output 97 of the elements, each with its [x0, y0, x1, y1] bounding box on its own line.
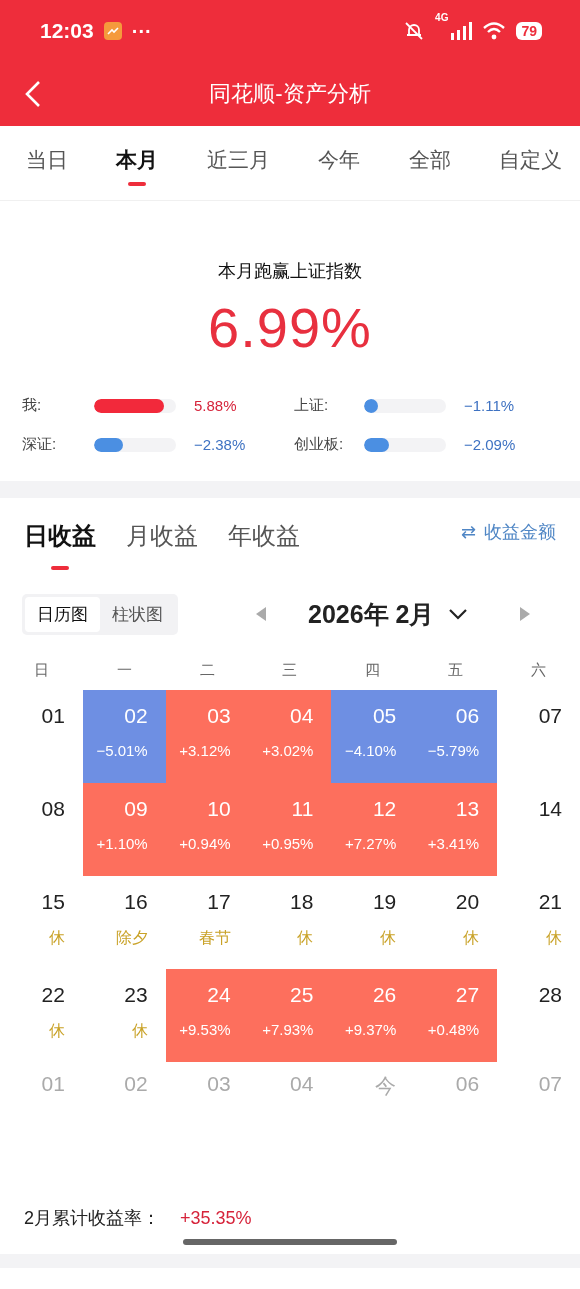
- daily-return: +7.27%: [345, 835, 397, 852]
- day-number[interactable]: 23: [124, 983, 148, 1007]
- day-number: 10: [207, 797, 231, 821]
- day-number: 03: [207, 704, 231, 728]
- holiday-note: 春节: [198, 928, 231, 948]
- day-number: 27: [455, 983, 480, 1007]
- day-number[interactable]: 07: [538, 704, 562, 728]
- day-number: 06: [455, 704, 480, 728]
- holiday-note: 休: [380, 928, 397, 948]
- holiday-note: 休: [546, 928, 562, 948]
- daily-return: −5.79%: [427, 742, 480, 759]
- swap-icon: ⇄: [460, 521, 476, 543]
- day-number: 09: [124, 797, 148, 821]
- return-period-tab[interactable]: 年收益: [228, 520, 300, 570]
- summary-headline: 本月跑赢上证指数: [217, 260, 363, 283]
- day-number[interactable]: 01: [41, 704, 65, 728]
- daily-return: −4.10%: [345, 742, 397, 759]
- day-number[interactable]: 15: [41, 890, 65, 914]
- day-number: 25: [290, 983, 314, 1007]
- return-value: −2.38%: [193, 436, 247, 453]
- weekday-label: 一: [115, 660, 133, 680]
- return-value: 5.88%: [193, 397, 238, 414]
- weekday-label: 四: [364, 660, 382, 680]
- next-month-icon[interactable]: [520, 607, 531, 621]
- return-period-tab[interactable]: 日收益: [24, 520, 96, 570]
- return-value: −1.11%: [463, 397, 516, 414]
- day-number[interactable]: 08: [41, 797, 65, 821]
- weekday-label: 五: [447, 660, 465, 680]
- period-tab[interactable]: 全部: [408, 132, 451, 186]
- period-tab[interactable]: 自定义: [498, 132, 562, 186]
- period-tab[interactable]: 当日: [26, 132, 68, 186]
- day-number[interactable]: 18: [290, 890, 314, 914]
- day-number: 26: [372, 983, 397, 1007]
- dropdown-chevron-icon[interactable]: [448, 608, 469, 620]
- daily-return: +7.93%: [262, 1021, 314, 1038]
- daily-return: +0.94%: [179, 835, 231, 852]
- day-number[interactable]: 21: [538, 890, 562, 914]
- daily-return: +0.95%: [262, 835, 314, 852]
- view-option[interactable]: 日历图: [25, 596, 100, 632]
- weekday-label: 二: [198, 660, 216, 680]
- index-label: 创业板:: [294, 435, 345, 454]
- daily-return: −5.01%: [96, 742, 148, 759]
- signal-icon: [450, 22, 473, 40]
- previous-month-icon[interactable]: [256, 607, 266, 621]
- weekday-label: 三: [281, 660, 299, 680]
- daily-return: +9.37%: [345, 1021, 397, 1038]
- month-label[interactable]: 2026年 2月: [308, 597, 435, 631]
- day-number: 02: [124, 704, 148, 728]
- more-notifications: ···: [131, 19, 152, 43]
- day-number[interactable]: 28: [538, 983, 562, 1007]
- period-tab[interactable]: 本月: [116, 132, 159, 186]
- day-number: 12: [372, 797, 397, 821]
- day-number[interactable]: 20: [455, 890, 480, 914]
- return-value: −2.09%: [463, 436, 517, 453]
- day-number[interactable]: 14: [538, 797, 562, 821]
- day-number[interactable]: 19: [372, 890, 397, 914]
- daily-return: +1.10%: [96, 835, 148, 852]
- holiday-note: 休: [48, 928, 65, 948]
- holiday-note: 休: [131, 1021, 148, 1041]
- day-number: 04: [290, 704, 314, 728]
- daily-return: +3.12%: [179, 742, 231, 759]
- holiday-note: 休: [48, 1021, 65, 1041]
- wifi-icon: [482, 22, 507, 40]
- network-type: 4G: [435, 12, 449, 23]
- index-label: 上证:: [294, 396, 330, 415]
- day-number[interactable]: 16: [124, 890, 148, 914]
- return-period-tab[interactable]: 月收益: [126, 520, 198, 570]
- day-number: 05: [372, 704, 397, 728]
- status-time: 12:03: [40, 19, 94, 43]
- day-number: 24: [207, 983, 231, 1007]
- daily-return: +3.41%: [427, 835, 480, 852]
- index-label: 我:: [22, 396, 43, 415]
- outperform-value: 6.99%: [207, 295, 373, 360]
- day-number[interactable]: 22: [41, 983, 65, 1007]
- holiday-note: 除夕: [115, 928, 148, 948]
- weekday-label: 日: [33, 660, 50, 680]
- day-number[interactable]: 17: [207, 890, 231, 914]
- weekday-label: 六: [530, 660, 547, 680]
- index-label: 深证:: [22, 435, 58, 454]
- period-tab[interactable]: 近三月: [206, 132, 270, 186]
- back-icon[interactable]: [24, 80, 42, 108]
- app-notification-icon: [103, 22, 122, 40]
- holiday-note: 休: [297, 928, 314, 948]
- holiday-note: 休: [463, 928, 480, 948]
- cumulative-return-value: +35.35%: [180, 1207, 252, 1229]
- page-title: 同花顺-资产分析: [209, 80, 371, 108]
- daily-return: +9.53%: [179, 1021, 231, 1038]
- daily-return: +3.02%: [262, 742, 314, 759]
- day-number: 13: [455, 797, 480, 821]
- view-option[interactable]: 柱状图: [100, 596, 175, 632]
- day-number: 11: [291, 797, 314, 821]
- amount-toggle-label: 收益金额: [484, 521, 556, 544]
- cumulative-return-label: 2月累计收益率：: [24, 1207, 160, 1230]
- daily-return: +0.48%: [427, 1021, 480, 1038]
- battery-level: 79: [516, 22, 542, 40]
- amount-toggle[interactable]: ⇄ 收益金额: [460, 520, 556, 544]
- period-tab[interactable]: 今年: [318, 132, 361, 186]
